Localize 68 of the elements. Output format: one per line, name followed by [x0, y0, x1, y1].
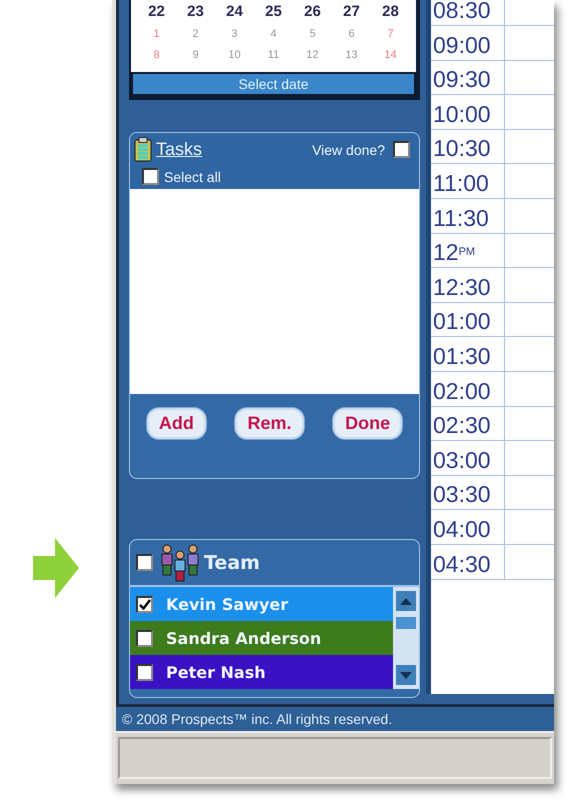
time-label: 12$^{PM}$: [431, 234, 505, 268]
calendar-day[interactable]: 23: [176, 0, 215, 24]
time-label: 04:30: [431, 544, 505, 578]
task-button[interactable]: Done: [333, 408, 402, 439]
scrollbar-thumb[interactable]: [396, 617, 416, 629]
team-member-row[interactable]: Kevin Sawyer: [130, 587, 393, 621]
select-date-button[interactable]: Select date: [131, 72, 416, 96]
member-name: Sandra Anderson: [166, 628, 322, 648]
calendar-day[interactable]: 7: [371, 24, 410, 45]
select-all-checkbox[interactable]: [142, 168, 159, 185]
time-label: 03:00: [431, 441, 505, 475]
team-member-row[interactable]: Peter Nash: [130, 655, 393, 689]
calendar-day[interactable]: 28: [371, 0, 410, 24]
time-label: 04:00: [431, 510, 505, 544]
calendar-day[interactable]: 12: [293, 45, 332, 66]
time-label: 11:30: [431, 198, 505, 233]
calendar-day[interactable]: 8: [137, 45, 176, 66]
calendar-day[interactable]: 27: [332, 0, 371, 24]
calendar-day[interactable]: 14: [371, 45, 410, 66]
member-checkbox[interactable]: [136, 664, 153, 680]
up-arrow-icon: [400, 598, 412, 604]
time-label: 10:00: [431, 95, 505, 129]
scroll-down-button[interactable]: [396, 665, 416, 685]
copyright-text: © 2008 Prospects™ inc. All rights reserved.: [116, 707, 554, 733]
time-label: 11:00: [431, 164, 505, 198]
member-name: Kevin Sawyer: [166, 594, 288, 614]
down-arrow-icon: [400, 672, 412, 678]
calendar-day[interactable]: 6: [332, 24, 371, 45]
scrollbar[interactable]: [393, 587, 419, 689]
team-member-row[interactable]: Sandra Anderson: [130, 621, 393, 655]
team-checkbox[interactable]: [136, 554, 153, 571]
scroll-up-button[interactable]: [396, 591, 416, 611]
calendar-day[interactable]: 11: [254, 45, 293, 66]
time-label: 10:30: [431, 130, 505, 164]
calendar-day[interactable]: 2: [176, 24, 215, 45]
select-all-label: Select all: [164, 168, 221, 184]
calendar-day[interactable]: 22: [137, 0, 176, 24]
task-button[interactable]: Add: [146, 408, 206, 439]
calendar-day[interactable]: 24: [215, 0, 254, 24]
task-button[interactable]: Rem.: [235, 408, 304, 439]
time-label: 01:00: [431, 302, 505, 336]
member-checkbox[interactable]: [136, 596, 153, 612]
arrow-icon: [33, 538, 79, 598]
view-done-label: View done?: [312, 142, 385, 158]
calendar-day[interactable]: 10: [215, 45, 254, 66]
time-label: 02:00: [431, 372, 505, 406]
calendar-day[interactable]: 13: [332, 45, 371, 66]
time-label: 02:30: [431, 406, 505, 440]
calendar-day[interactable]: 25: [254, 0, 293, 24]
member-name: Peter Nash: [166, 662, 266, 682]
time-label: 01:30: [431, 337, 505, 371]
calendar-day[interactable]: 9: [176, 45, 215, 66]
people-icon: [160, 544, 200, 582]
calendar-day[interactable]: 3: [215, 24, 254, 45]
calendar-day[interactable]: 4: [254, 24, 293, 45]
member-checkbox[interactable]: [136, 630, 153, 646]
time-label: 09:00: [431, 26, 505, 60]
tasks-link[interactable]: Tasks: [156, 139, 202, 160]
view-done-checkbox[interactable]: [393, 141, 410, 158]
time-label: 09:30: [431, 60, 505, 94]
calendar-day[interactable]: 5: [293, 24, 332, 45]
clipboard-icon: [134, 137, 152, 162]
time-label: 08:30: [431, 0, 505, 25]
calendar-day[interactable]: 1: [137, 24, 176, 45]
time-label: 12:30: [431, 268, 505, 302]
calendar-day[interactable]: 26: [293, 0, 332, 24]
time-label: 03:30: [431, 476, 505, 510]
team-title: Team: [204, 552, 260, 574]
